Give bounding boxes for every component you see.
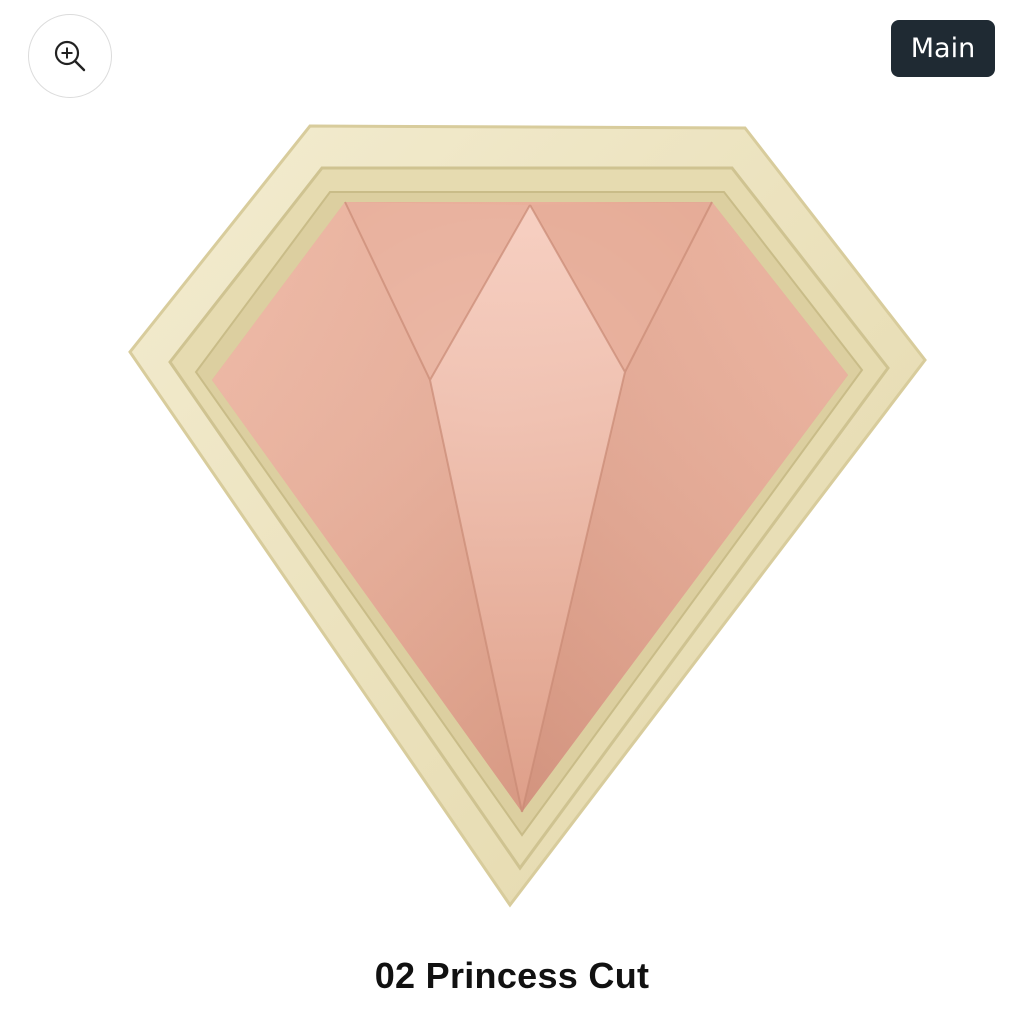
main-badge-label: Main: [910, 33, 976, 64]
main-image-badge[interactable]: Main: [891, 20, 995, 77]
product-caption: 02 Princess Cut: [374, 955, 650, 996]
product-image: [0, 100, 1024, 930]
zoom-in-icon: [54, 40, 86, 72]
highlighter-compact-illustration: [128, 124, 927, 908]
zoom-button[interactable]: [28, 14, 112, 98]
